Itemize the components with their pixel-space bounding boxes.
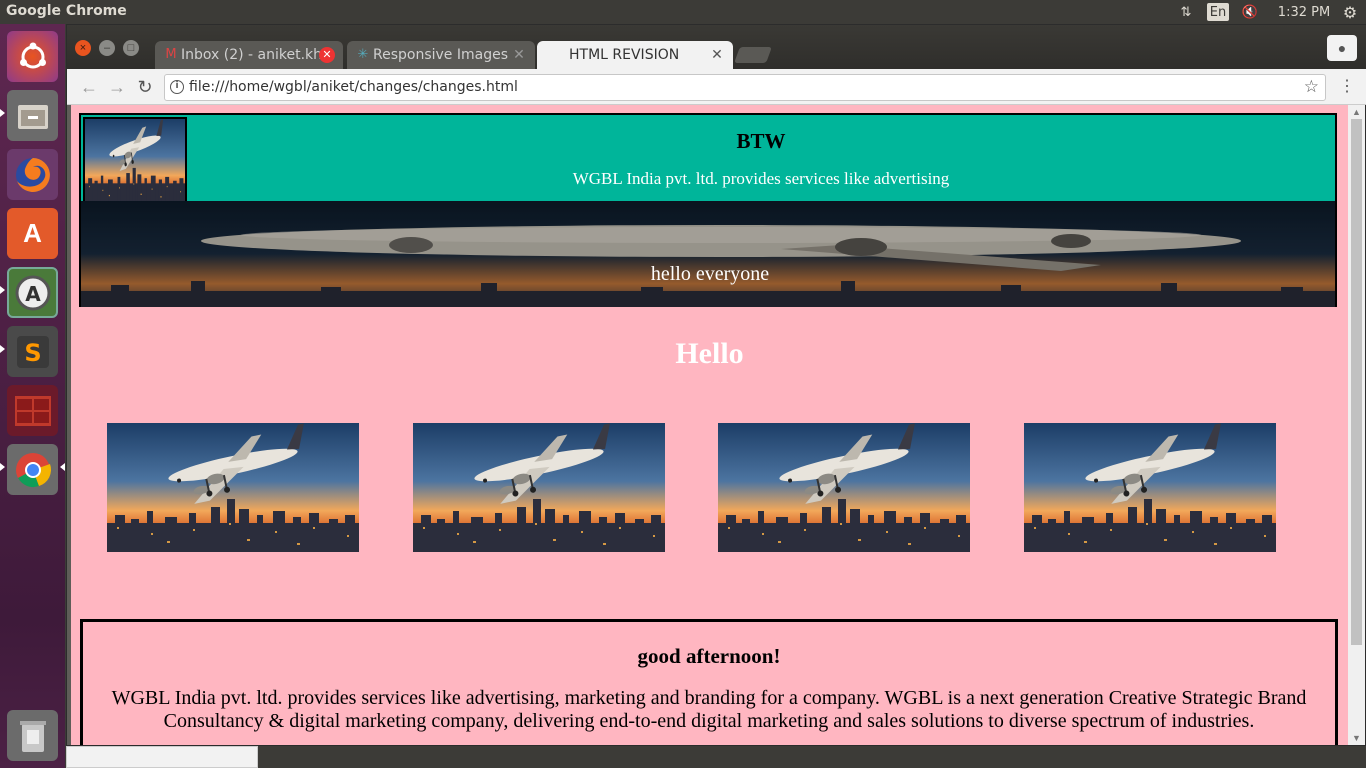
software-center-icon[interactable]: A — [7, 208, 58, 259]
tab-label: Responsive Images — [373, 47, 509, 63]
scroll-down-icon[interactable]: ▼ — [1352, 733, 1361, 743]
svg-text:A: A — [25, 282, 41, 306]
ubuntu-dash-icon[interactable] — [7, 31, 58, 82]
launcher: A A S — [0, 24, 65, 768]
back-icon[interactable]: ← — [77, 75, 101, 99]
trash-icon[interactable] — [7, 710, 58, 761]
gallery-image — [1024, 423, 1276, 552]
hero-banner: hello everyone — [79, 201, 1337, 307]
site-icon: ✳ — [357, 47, 369, 62]
info-box: good afternoon! WGBL India pvt. ltd. pro… — [80, 619, 1338, 745]
window-minimize-button[interactable]: – — [99, 40, 115, 56]
tab-label: Inbox (2) - aniket.kh — [181, 47, 323, 63]
running-indicator — [0, 345, 5, 353]
info-icon[interactable]: i — [170, 80, 184, 94]
running-indicator — [0, 286, 5, 294]
address-bar[interactable]: i file:///home/wgbl/aniket/changes/chang… — [164, 74, 1326, 101]
keyboard-indicator[interactable]: En — [1207, 3, 1229, 21]
focused-indicator — [60, 463, 65, 471]
tab-label: HTML REVISION — [569, 47, 680, 63]
gallery-image — [413, 423, 665, 552]
chrome-icon[interactable] — [7, 444, 58, 495]
tab-strip: × – □ M Inbox (2) - aniket.kh ✕ ✳ Respon… — [67, 25, 1366, 69]
files-icon[interactable] — [7, 90, 58, 141]
profile-icon[interactable]: ● — [1327, 35, 1357, 61]
tab-close-icon[interactable]: ✕ — [709, 47, 725, 63]
forward-icon[interactable]: → — [105, 75, 129, 99]
gmail-icon: M — [165, 47, 177, 62]
tab-html-revision[interactable]: HTML REVISION ✕ — [537, 41, 733, 69]
active-app-name: Google Chrome — [6, 3, 127, 19]
page-scrollbar[interactable]: ▲ ▼ — [1348, 105, 1365, 745]
reload-icon[interactable]: ↻ — [133, 75, 157, 99]
software-updater-icon[interactable]: A — [7, 267, 58, 318]
brand-title: BTW — [736, 129, 786, 153]
tab-inbox[interactable]: M Inbox (2) - aniket.kh ✕ — [155, 41, 343, 69]
tab-close-icon[interactable]: ✕ — [319, 47, 335, 63]
running-indicator — [0, 463, 5, 471]
download-shelf — [66, 746, 258, 768]
clock[interactable]: 1:32 PM — [1276, 2, 1332, 22]
running-indicator — [0, 109, 5, 117]
new-tab-button[interactable] — [734, 47, 772, 63]
chrome-window: × – □ M Inbox (2) - aniket.kh ✕ ✳ Respon… — [66, 24, 1366, 746]
gallery-image — [107, 423, 359, 552]
power-settings-icon[interactable]: ⚙ — [1340, 2, 1360, 22]
menu-icon[interactable]: ⋮ — [1335, 75, 1359, 99]
section-heading: Hello — [675, 337, 744, 370]
svg-text:S: S — [24, 339, 41, 367]
window-close-button[interactable]: × — [75, 40, 91, 56]
firefox-icon[interactable] — [7, 149, 58, 200]
url-text: file:///home/wgbl/aniket/changes/changes… — [189, 79, 518, 95]
tab-close-icon[interactable]: ✕ — [511, 47, 527, 63]
tagline: WGBL India pvt. ltd. provides services l… — [572, 169, 950, 188]
scroll-thumb[interactable] — [1351, 119, 1362, 645]
page-viewport: BTW WGBL India pvt. ltd. provides servic… — [71, 105, 1348, 745]
tab-responsive-images[interactable]: ✳ Responsive Images ✕ — [347, 41, 535, 69]
terminal-icon[interactable] — [7, 385, 58, 436]
about-text: WGBL India pvt. ltd. provides services l… — [111, 687, 1307, 732]
scroll-up-icon[interactable]: ▲ — [1352, 107, 1361, 117]
site-header: BTW WGBL India pvt. ltd. provides servic… — [79, 113, 1337, 204]
window-maximize-button[interactable]: □ — [123, 40, 139, 56]
system-top-bar: Google Chrome ⇅ En 🔇 1:32 PM ⚙ — [0, 0, 1366, 24]
volume-muted-icon[interactable]: 🔇 — [1240, 2, 1260, 22]
toolbar: ← → ↻ i file:///home/wgbl/aniket/changes… — [67, 69, 1366, 105]
gallery-image — [718, 423, 970, 552]
greeting: good afternoon! — [637, 644, 781, 668]
logo-image — [83, 117, 187, 204]
banner-text: hello everyone — [650, 263, 770, 285]
sublime-text-icon[interactable]: S — [7, 326, 58, 377]
network-icon[interactable]: ⇅ — [1176, 2, 1196, 22]
bookmark-star-icon[interactable]: ☆ — [1304, 75, 1319, 100]
